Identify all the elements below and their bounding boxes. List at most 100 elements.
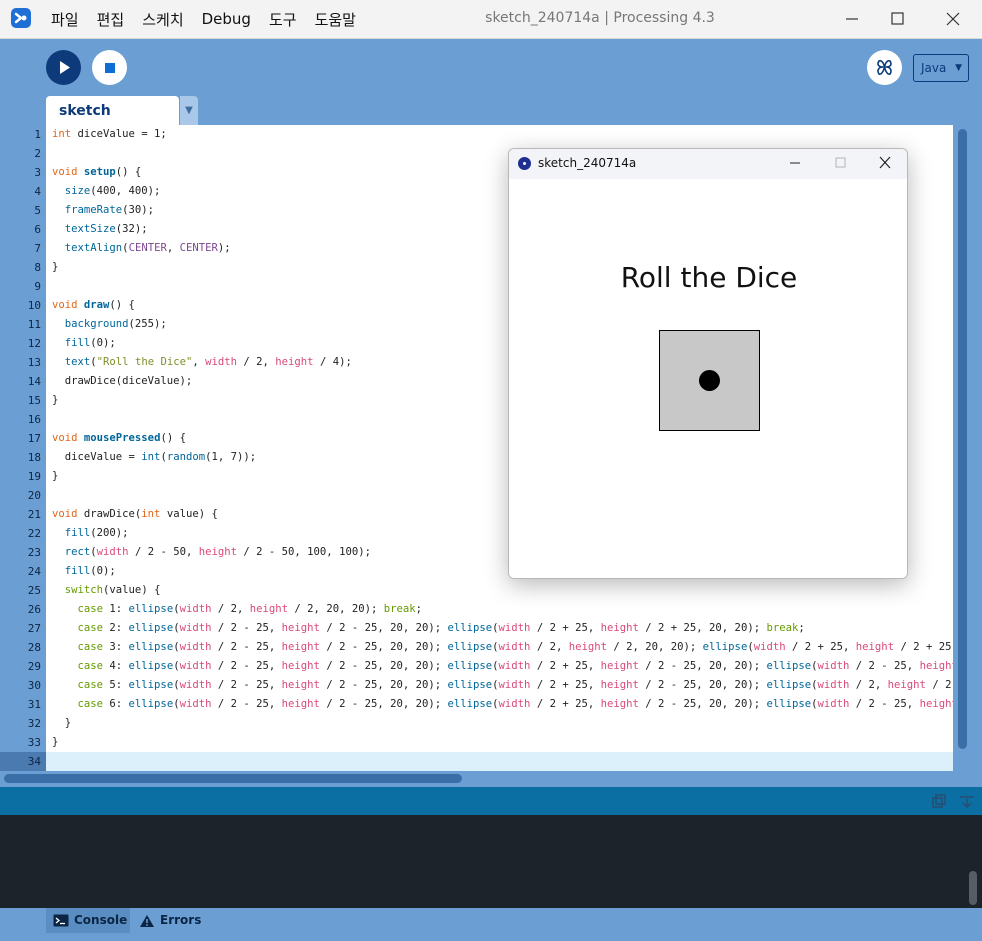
copy-console-icon[interactable] <box>930 792 948 810</box>
code-token: / 2 - 25, <box>849 660 920 672</box>
code-token: ; <box>798 622 805 634</box>
collapse-console-icon[interactable] <box>958 792 976 810</box>
tab-sketch[interactable]: sketch 240714a <box>46 96 179 149</box>
code-token: height <box>281 679 320 691</box>
stop-button[interactable] <box>92 50 127 85</box>
menu-debug[interactable]: Debug <box>202 10 251 28</box>
sketch-maximize-button[interactable] <box>828 152 852 174</box>
code-token: ellipse <box>447 679 493 691</box>
sketch-close-button[interactable] <box>873 152 897 174</box>
tab-menu-button[interactable]: ▼ <box>180 96 198 126</box>
line-number: 26 <box>27 603 41 616</box>
line-number: 2 <box>34 147 41 160</box>
code-line: case 4: ellipse(width / 2 - 25, height /… <box>52 657 953 676</box>
dice <box>659 330 760 431</box>
vertical-scrollbar[interactable] <box>953 125 982 771</box>
code-token: width <box>205 356 237 368</box>
processing-sketch-icon <box>518 157 531 170</box>
code-token: } <box>52 736 59 748</box>
line-number: 22 <box>27 527 41 540</box>
code-token: break <box>766 622 799 634</box>
sketch-minimize-button[interactable] <box>783 152 807 174</box>
menu-help[interactable]: 도움말 <box>315 9 356 30</box>
code-token: } <box>52 394 59 406</box>
code-token: width <box>498 641 531 653</box>
code-token: height <box>281 698 320 710</box>
code-line: } <box>52 391 58 410</box>
code-line: text("Roll the Dice", width / 2, height … <box>52 353 352 372</box>
menu-bar: 파일 편집 스케치 Debug 도구 도움말 <box>51 0 374 38</box>
menu-file[interactable]: 파일 <box>51 9 79 30</box>
horizontal-scroll-thumb[interactable] <box>4 774 462 783</box>
line-number: 19 <box>27 470 41 483</box>
line-number: 31 <box>27 698 41 711</box>
code-token: switch <box>64 584 104 596</box>
menu-edit[interactable]: 편집 <box>97 9 125 30</box>
code-token: mousePressed <box>83 432 161 444</box>
code-token: width <box>498 679 531 691</box>
code-token: ellipse <box>128 660 174 672</box>
code-line: background(255); <box>52 315 167 334</box>
tab-console[interactable]: Console <box>46 908 130 933</box>
dropdown-arrow-icon: ▼ <box>955 63 962 73</box>
code-token: random <box>166 451 206 463</box>
code-token: break <box>383 603 416 615</box>
code-token: / 2 - 25, 20, 20); <box>638 660 767 672</box>
code-line: frameRate(30); <box>52 201 154 220</box>
window-titlebar: 파일 편집 스케치 Debug 도구 도움말 sketch_240714a | … <box>0 0 982 39</box>
mode-selector[interactable]: Java ▼ <box>913 54 969 82</box>
code-token: / 2 - 50, <box>128 546 199 558</box>
menu-tools[interactable]: 도구 <box>269 9 297 30</box>
code-line: case 1: ellipse(width / 2, height / 2, 2… <box>52 600 422 619</box>
code-token: (value) { <box>103 584 161 596</box>
code-token: 5: <box>103 679 129 691</box>
code-token: width <box>817 698 850 710</box>
close-button[interactable] <box>940 7 966 31</box>
code-line: rect(width / 2 - 50, height / 2 - 50, 10… <box>52 543 371 562</box>
vertical-scroll-thumb[interactable] <box>958 129 967 749</box>
code-token: / 2 - 25, <box>849 698 920 710</box>
sketch-canvas[interactable]: Roll the Dice <box>509 179 907 578</box>
code-token: () { <box>160 432 186 444</box>
code-token: width <box>498 698 531 710</box>
run-button[interactable] <box>46 50 81 85</box>
debug-button[interactable] <box>867 50 902 85</box>
stop-icon <box>105 63 115 73</box>
code-line: void drawDice(int value) { <box>52 505 218 524</box>
code-line: case 2: ellipse(width / 2 - 25, height /… <box>52 619 805 638</box>
sketch-window: sketch_240714a Roll the Dice <box>508 148 908 579</box>
code-line: int diceValue = 1; <box>52 125 167 144</box>
code-token: case <box>77 641 104 653</box>
menu-sketch[interactable]: 스케치 <box>142 9 183 30</box>
tab-errors[interactable]: Errors <box>132 908 212 933</box>
code-token: width <box>179 641 212 653</box>
line-number: 10 <box>27 299 41 312</box>
maximize-button[interactable] <box>885 7 911 31</box>
line-number: 32 <box>27 717 41 730</box>
code-token: ellipse <box>128 603 174 615</box>
code-token: / 2, 20, 20); <box>288 603 384 615</box>
line-number: 8 <box>34 261 41 274</box>
code-token: height <box>568 641 607 653</box>
code-token: / 2 - 25, 20, 20); <box>319 641 448 653</box>
minimize-button[interactable] <box>839 7 865 31</box>
console-scroll-thumb[interactable] <box>969 871 977 905</box>
code-token: / 2 - 25, 20, 20); <box>319 660 448 672</box>
horizontal-scrollbar[interactable] <box>0 771 982 787</box>
maximize-icon <box>835 157 846 168</box>
code-token: 3: <box>103 641 129 653</box>
code-line: fill(0); <box>52 562 116 581</box>
tab-errors-label: Errors <box>160 913 202 927</box>
code-token: (0); <box>90 337 116 349</box>
code-token: height <box>275 356 314 368</box>
line-number: 21 <box>27 508 41 521</box>
console-output[interactable] <box>0 815 982 908</box>
code-token: , <box>192 356 206 368</box>
